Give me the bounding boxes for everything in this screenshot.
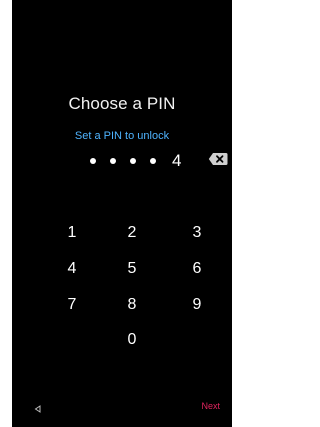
pin-dot [130, 158, 136, 164]
key-6[interactable]: 6 [177, 256, 217, 282]
pin-dot [90, 158, 96, 164]
backspace-icon [208, 153, 228, 165]
backspace-button[interactable] [208, 152, 228, 166]
pin-setup-screen: Choose a PIN Set a PIN to unlock 4 1 2 3… [12, 0, 232, 427]
pin-entry-field[interactable]: 4 [90, 150, 181, 172]
key-4[interactable]: 4 [52, 256, 92, 282]
key-8[interactable]: 8 [112, 292, 152, 318]
next-button[interactable]: Next [201, 401, 220, 411]
key-5[interactable]: 5 [112, 256, 152, 282]
page-subtitle: Set a PIN to unlock [74, 130, 170, 142]
back-triangle-icon [34, 405, 41, 413]
pin-dot [150, 158, 156, 164]
key-0[interactable]: 0 [112, 327, 152, 353]
key-3[interactable]: 3 [177, 220, 217, 246]
pin-last-digit: 4 [172, 151, 182, 170]
page-title: Choose a PIN [68, 94, 176, 113]
key-1[interactable]: 1 [52, 220, 92, 246]
key-9[interactable]: 9 [177, 292, 217, 318]
pin-dot [110, 158, 116, 164]
key-2[interactable]: 2 [112, 220, 152, 246]
key-7[interactable]: 7 [52, 292, 92, 318]
nav-back-button[interactable] [32, 402, 44, 414]
